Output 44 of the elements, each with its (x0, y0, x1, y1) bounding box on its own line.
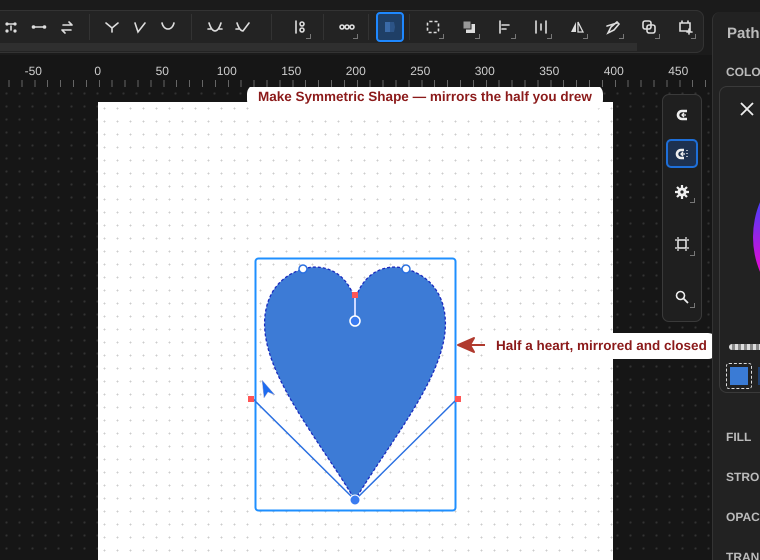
ruler-label: 100 (216, 63, 238, 80)
frame-icon (674, 236, 690, 252)
panel-title: Path (727, 24, 760, 44)
curve-node-icon (207, 19, 223, 35)
callout-label: Make Symmetric Shape — mirrors the half you drew (247, 87, 603, 110)
search-icon (674, 288, 690, 305)
ruler-label: 0 (93, 63, 102, 80)
ruler-label: 50 (154, 63, 170, 80)
ruler-label: 350 (538, 63, 560, 80)
palette-tool-button[interactable] (666, 139, 698, 168)
ruler-label: -50 (24, 63, 43, 80)
ruler-label: 300 (474, 63, 496, 80)
curve-node-icon (132, 19, 148, 35)
callout-arrow (457, 337, 486, 353)
control-handle[interactable] (455, 396, 461, 402)
property-label: STRO (726, 468, 760, 484)
callout-label: Half a heart, mirrored and closed (485, 333, 712, 360)
magnet-icon (674, 107, 690, 124)
symmetric-shape-icon (382, 19, 398, 35)
property-label: FILL (726, 428, 752, 444)
control-handle[interactable] (248, 396, 254, 402)
ruler-label: 150 (280, 63, 302, 80)
overlapping-squares-icon (461, 19, 477, 35)
magnet-icon (674, 146, 690, 162)
color-swatch[interactable] (726, 362, 752, 388)
gear-icon (674, 184, 690, 200)
checkerboard-strip (729, 344, 760, 350)
dashed-square-icon (425, 19, 441, 35)
mirror-triangle-icon (569, 19, 585, 35)
ruler-label: 250 (409, 63, 432, 80)
add-frame-icon (677, 19, 693, 35)
distribute-icon (533, 19, 549, 35)
pen-icon (605, 19, 621, 35)
ruler-label: 200 (344, 63, 367, 80)
section-label: COLO (726, 64, 760, 80)
ruler-label: 450 (667, 63, 690, 80)
property-label: OPAC (726, 508, 760, 524)
cursor-arrow-icon (262, 380, 276, 398)
overlapping-rounded-squares-icon (641, 19, 657, 35)
curve-node-icon (235, 19, 251, 35)
swap-arrows-icon (59, 19, 75, 35)
curve-node-icon (104, 19, 120, 35)
close-icon[interactable] (740, 102, 754, 116)
ruler-label: 400 (602, 63, 625, 80)
